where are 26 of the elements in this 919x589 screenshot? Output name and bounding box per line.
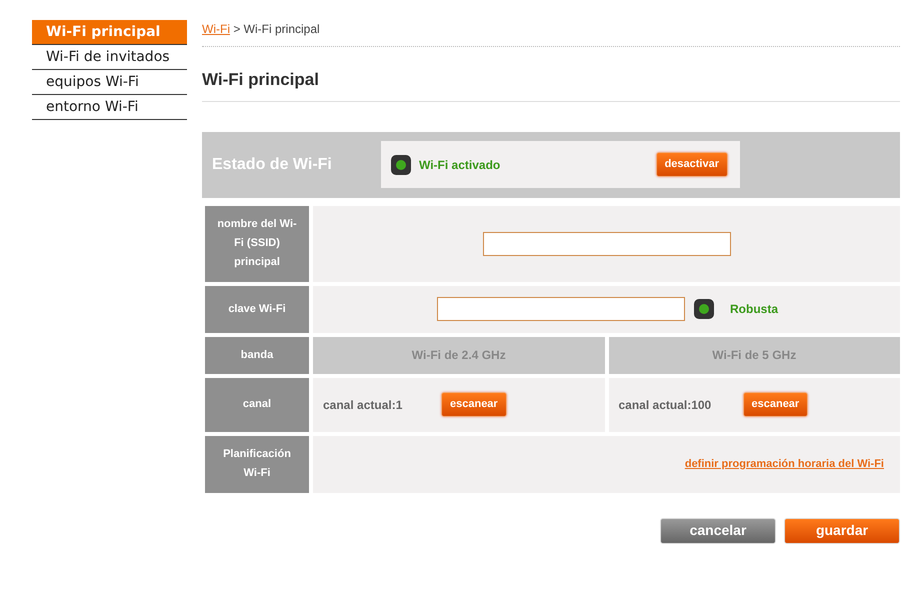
password-input[interactable] — [437, 297, 685, 321]
row-label: nombre del Wi-Fi (SSID) principal — [205, 206, 309, 282]
breadcrumb-text: > Wi-Fi principal — [233, 22, 320, 36]
save-button[interactable]: guardar — [784, 518, 900, 544]
channel-text: canal actual:100 — [618, 396, 712, 414]
breadcrumb-link[interactable]: Wi-Fi — [202, 22, 230, 36]
page-title: Wi-Fi principal — [202, 67, 900, 102]
scan-button[interactable]: escanear — [742, 392, 808, 417]
sidebar-item[interactable]: equipos Wi-Fi — [32, 70, 187, 95]
row-label: Planificación Wi-Fi — [205, 436, 309, 492]
row-label: canal — [205, 378, 309, 432]
band-header: Wi-Fi de 2.4 GHz — [313, 336, 604, 374]
scan-button[interactable]: escanear — [441, 392, 507, 417]
deactivate-button[interactable]: desactivar — [656, 152, 728, 177]
row-label: clave Wi-Fi — [205, 286, 309, 332]
band-header: Wi-Fi de 5 GHz — [608, 336, 900, 374]
sidebar-item[interactable]: Wi-Fi de invitados — [32, 45, 187, 70]
sidebar-item[interactable]: entorno Wi-Fi — [32, 95, 187, 120]
strength-text: Robusta — [730, 301, 778, 318]
row-label: banda — [205, 336, 309, 374]
sidebar-item[interactable]: Wi-Fi principal — [32, 20, 187, 45]
status-text: Wi-Fi activado — [419, 156, 502, 174]
schedule-link[interactable]: definir programación horaria del Wi-Fi — [684, 456, 884, 472]
channel-text: canal actual:1 — [323, 396, 404, 414]
ssid-input[interactable] — [482, 232, 730, 256]
cancel-button[interactable]: cancelar — [660, 518, 776, 544]
